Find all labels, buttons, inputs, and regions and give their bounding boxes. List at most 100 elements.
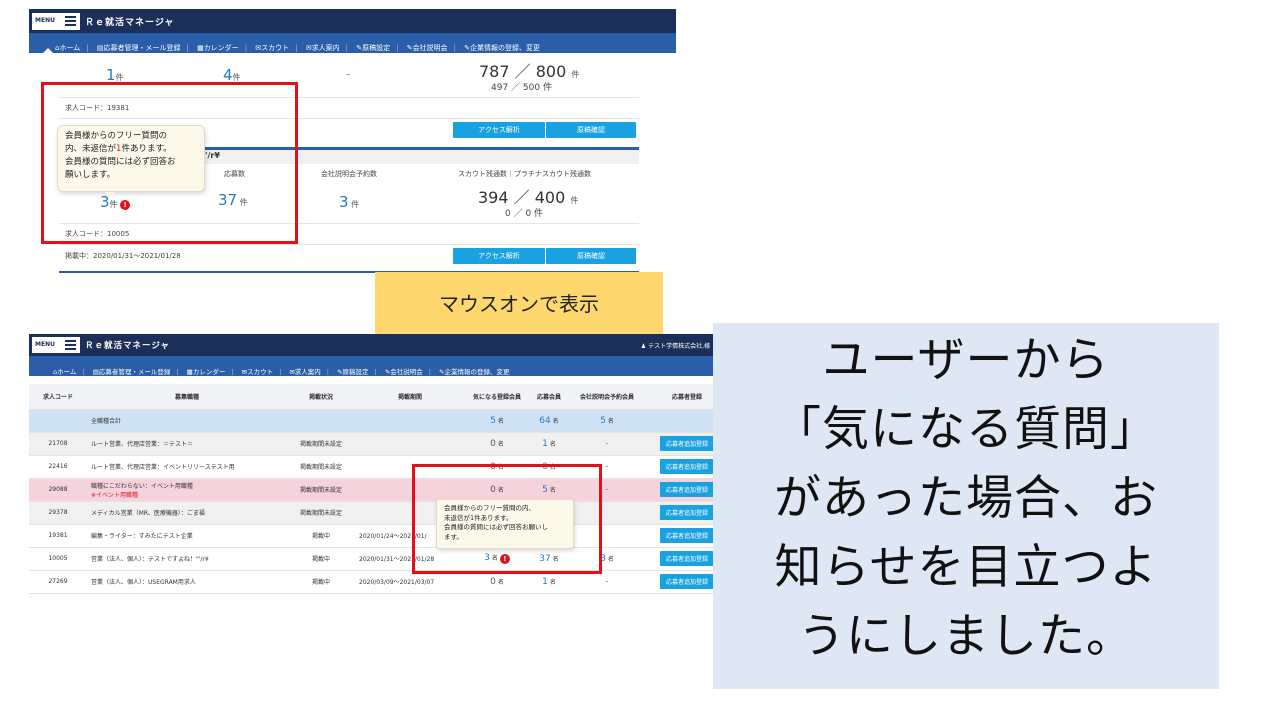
count-value: 5 [490, 415, 496, 426]
nav-jobs[interactable]: ✉ 求人案内 [306, 33, 340, 53]
nav-briefing[interactable]: ✎ 会社説明会 [385, 356, 423, 376]
add-applicant-button[interactable]: 応募者追加登録 [659, 551, 714, 566]
empty-value: – [605, 440, 609, 447]
calendar-icon: ▦ [197, 44, 204, 52]
job-code: 22416 [29, 455, 87, 479]
col-header-period: 掲載期間 [355, 384, 465, 410]
menu-label: MENU [35, 17, 55, 24]
job-note: ※イベント用職種 [91, 491, 139, 499]
table-cell: 応募者追加登録 [645, 501, 714, 525]
job-cell[interactable]: 職種にこだわらない：イベント用職種 ※イベント用職種 [87, 478, 287, 502]
nav-manuscript[interactable]: ✎ 原稿設定 [337, 356, 368, 376]
job-code: 29088 [29, 478, 87, 502]
count-value: 5 [600, 415, 606, 426]
access-analysis-button[interactable]: アクセス解析 [453, 248, 545, 264]
table-cell [645, 409, 714, 433]
table-cell: 応募者追加登録 [645, 547, 714, 571]
nav-calendar[interactable]: ▦ カレンダー [187, 356, 226, 376]
count-value: 1 [542, 438, 548, 449]
count-unit: 名 [549, 578, 556, 586]
nav-scout-label: スカウト [247, 368, 274, 376]
add-applicant-button[interactable]: 応募者追加登録 [659, 482, 714, 497]
posting-status: 掲載中 [287, 570, 355, 594]
col-header-code: 求人コード [29, 384, 87, 410]
job-cell[interactable]: 営業（法人、個人）：USEGRAM用求人 [87, 570, 287, 594]
app-title: Ｒｅ就活マネージャ [85, 18, 175, 28]
job-cell[interactable]: 編集・ライター：すみたにテスト企業 [87, 524, 287, 548]
job-title: 職種にこだわらない：イベント用職種 [91, 482, 193, 490]
col-header-interest: 気になる登録会員 [465, 384, 529, 410]
scout-unit: 件 [570, 196, 579, 205]
nav-home[interactable]: ⌂ ホーム [29, 356, 76, 376]
table-cell: 応募者追加登録 [645, 524, 714, 548]
table-row: 29378 メディカル営業（MR、医療機器）：ごま福 掲載期間未設定 応募者追加登録 [29, 501, 714, 525]
nav-scout[interactable]: ✉ スカウト [255, 33, 289, 53]
count-unit: 名 [497, 440, 504, 448]
total-interest[interactable]: 5 名 [465, 409, 529, 433]
table-cell [287, 409, 355, 433]
access-analysis-button[interactable]: アクセス解析 [453, 122, 545, 138]
nav-applicants[interactable]: ▤ 応募者管理・メール登録 [93, 356, 171, 376]
job-cell[interactable]: 営業（法人、個人）：テストですよね！"'/r¥ [87, 547, 287, 571]
scout-value: 394 ／ 400 [478, 188, 566, 207]
job-cell[interactable]: メディカル営業（MR、医療機器）：ごま福 [87, 501, 287, 525]
total-applicants[interactable]: 64 名 [529, 409, 569, 433]
add-applicant-button[interactable]: 応募者追加登録 [659, 436, 714, 451]
menu-button[interactable]: MENU [32, 337, 80, 353]
job-code: 27269 [29, 570, 87, 594]
job-cell[interactable]: ルート営業、代理店営業：＝テスト＝ [87, 432, 287, 456]
app-header: MENU Ｒｅ就活マネージャ [29, 9, 676, 33]
count-unit: 名 [497, 578, 504, 586]
nav-jobs[interactable]: ✉ 求人案内 [289, 356, 320, 376]
nav-company[interactable]: ✎ 企業情報の登録、変更 [464, 33, 540, 53]
count-value: 0 [490, 438, 496, 449]
nav-calendar-label: カレンダー [192, 368, 226, 376]
table-row: 10005 営業（法人、個人）：テストですよね！"'/r¥ 掲載中 2020/01/3… [29, 547, 714, 571]
nav-applicants[interactable]: ▤ 応募者管理・メール登録 [97, 33, 181, 53]
nav-company[interactable]: ✎ 企業情報の登録、変更 [439, 356, 509, 376]
count-cell[interactable]: 1 名 [529, 432, 569, 456]
stat-value: 3 [339, 193, 349, 211]
mouseover-callout: マウスオンで表示 [375, 272, 663, 340]
nav-manuscript[interactable]: ✎ 原稿設定 [356, 33, 390, 53]
menu-button[interactable]: MENU [32, 13, 80, 30]
posting-status: 掲載期間未設定 [287, 478, 355, 502]
job-cell[interactable]: ルート営業、代理店営業：イベントリリーステスト用 [87, 455, 287, 479]
announcement-line: ユーザーから [822, 333, 1110, 388]
count-cell[interactable]: 0 名 [465, 432, 529, 456]
table-cell [355, 409, 465, 433]
user-info[interactable]: ♟ テスト学情株式会社,様 [641, 341, 710, 350]
nav-briefing[interactable]: ✎ 会社説明会 [407, 33, 448, 53]
count-value: 1 [542, 576, 548, 587]
manuscript-check-button[interactable]: 原稿確認 [546, 248, 636, 264]
col-header-job: 募集職種 [87, 384, 287, 410]
nav-scout[interactable]: ✉ スカウト [242, 356, 273, 376]
manuscript-check-button[interactable]: 原稿確認 [546, 122, 636, 138]
table-cell: 応募者追加登録 [645, 478, 714, 502]
add-applicant-button[interactable]: 応募者追加登録 [659, 459, 714, 474]
stat-unit: 件 [115, 73, 124, 82]
nav-jobs-label: 求人案内 [294, 368, 321, 376]
count-unit: 名 [497, 417, 504, 425]
platinum-remaining-1: 497 ／ 500 件 [491, 83, 552, 93]
posting-status: 掲載期間未設定 [287, 432, 355, 456]
nav-home[interactable]: ⌂ ホーム [29, 33, 80, 53]
add-applicant-button[interactable]: 応募者追加登録 [659, 528, 714, 543]
job-summary-table: 求人コード 募集職種 掲載状況 掲載期間 気になる登録会員 応募会員 会社説明会… [29, 384, 714, 594]
nav-manuscript-label: 原稿設定 [362, 44, 391, 52]
nav-home-label: ホーム [57, 368, 77, 376]
nav-briefing-label: 会社説明会 [412, 44, 448, 52]
menu-label: MENU [35, 341, 55, 348]
nav-calendar[interactable]: ▦ カレンダー [197, 33, 239, 53]
table-header-row: 求人コード 募集職種 掲載状況 掲載期間 気になる登録会員 応募会員 会社説明会… [29, 384, 714, 410]
table-cell [29, 409, 87, 433]
user-icon: ♟ [640, 343, 649, 350]
list-icon: ▤ [96, 44, 104, 52]
add-applicant-button[interactable]: 応募者追加登録 [659, 505, 714, 520]
posting-period [355, 432, 465, 456]
job-title: 編集・ライター：すみたにテスト企業 [91, 533, 193, 540]
job-title: ルート営業、代理店営業：イベントリリーステスト用 [91, 464, 235, 471]
header-briefing: 会社説明会予約数 [321, 170, 377, 178]
total-briefing[interactable]: 5 名 [569, 409, 645, 433]
add-applicant-button[interactable]: 応募者追加登録 [659, 574, 714, 589]
